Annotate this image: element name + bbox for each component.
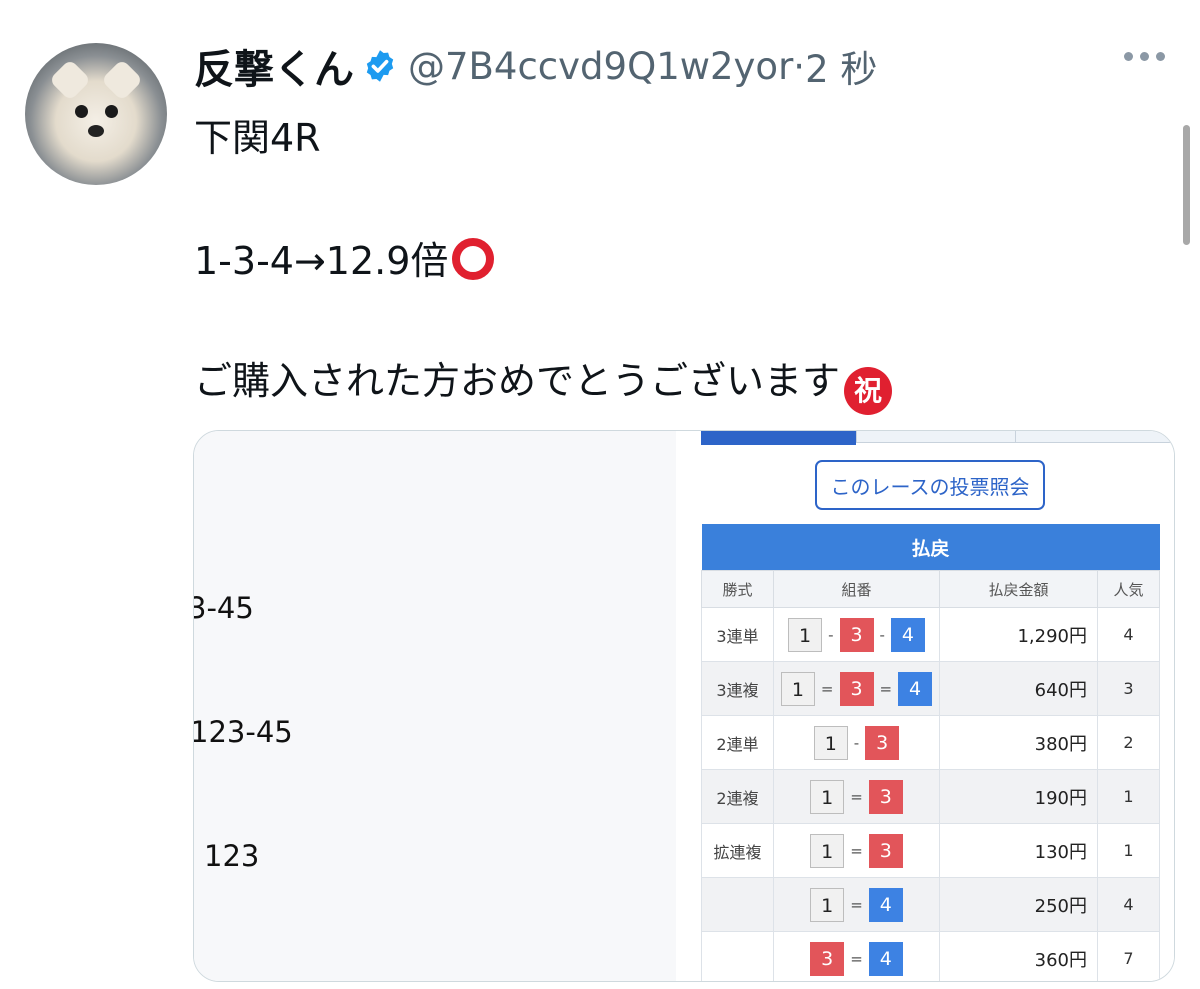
- table-row: 3連単 1- 3- 4 1,290円 4: [701, 607, 1161, 662]
- bet-type: 3連複: [701, 661, 774, 716]
- popularity: 4: [1096, 607, 1161, 662]
- tab-inactive: [856, 431, 1016, 443]
- left-text-fragment: 123: [204, 839, 260, 873]
- combo-separator: -: [853, 733, 860, 752]
- payout-amount: 1,290円: [939, 607, 1098, 662]
- left-text-fragment: 3-45: [193, 591, 254, 625]
- vote-inquiry-button[interactable]: このレースの投票照会: [815, 460, 1045, 510]
- boat-number-1: 1: [810, 833, 845, 868]
- timestamp[interactable]: 2 秒: [805, 39, 877, 93]
- tweet-text-line-3: ご購入された方おめでとうございます祝: [194, 350, 893, 415]
- combination: 3 = 4: [773, 931, 940, 981]
- boat-number-1: 1: [780, 671, 815, 706]
- popularity: 2: [1096, 715, 1161, 770]
- bet-type: [701, 877, 774, 932]
- red-circle-icon: [452, 238, 495, 280]
- popularity: 1: [1096, 823, 1161, 878]
- combo-separator: =: [850, 841, 863, 860]
- profile-avatar[interactable]: [25, 43, 167, 185]
- cropped-screenshot-left: 3-45 123-45 123: [194, 431, 676, 981]
- popularity: 3: [1096, 661, 1161, 716]
- combination: 1 = 3: [773, 823, 940, 878]
- bet-type: [701, 931, 774, 981]
- avatar-dog-eye: [75, 105, 88, 118]
- table-row: 3 = 4 360円 7: [701, 931, 1161, 981]
- bet-type: 2連単: [701, 715, 774, 770]
- bet-type: 2連複: [701, 769, 774, 824]
- combination: 1- 3: [773, 715, 940, 770]
- boat-number-3: 3: [868, 779, 903, 814]
- payout-amount: 250円: [939, 877, 1098, 932]
- tab-inactive: [1016, 431, 1171, 443]
- table-row: 2連複 1 = 3 190円 1: [701, 769, 1161, 824]
- combo-separator: =: [820, 679, 834, 698]
- combination: 1- 3- 4: [773, 607, 940, 662]
- combo-separator: -: [879, 625, 885, 644]
- tweet-text-line-2: 1-3-4→12.9倍: [194, 230, 495, 285]
- payout-amount: 130円: [939, 823, 1098, 878]
- combo-separator: =: [850, 949, 863, 968]
- meta-separator: ·: [793, 44, 806, 88]
- boat-number-4: 4: [868, 941, 903, 976]
- popularity: 1: [1096, 769, 1161, 824]
- tweet-congrats-text: ご購入された方おめでとうございます: [194, 359, 841, 403]
- tweet-header: 反撃くん @7B4ccvd9Q1w2yor · 2 秒: [194, 38, 877, 94]
- boat-number-1: 1: [788, 617, 823, 652]
- boat-number-4: 4: [890, 617, 925, 652]
- column-header: 組番: [773, 570, 940, 608]
- boat-number-1: 1: [810, 779, 845, 814]
- verified-badge-icon: [366, 50, 394, 82]
- boat-number-1: 1: [810, 887, 845, 922]
- combination: 1 = 4: [773, 877, 940, 932]
- tweet-result-text: 1-3-4→12.9倍: [194, 239, 449, 283]
- table-row: 3連複 1 = 3 = 4 640円 3: [701, 661, 1161, 716]
- payout-amount: 380円: [939, 715, 1098, 770]
- avatar-dog-ear: [48, 58, 92, 102]
- tweet-text-line-1: 下関4R: [194, 116, 321, 160]
- column-header: 払戻金額: [939, 570, 1098, 608]
- iwai-celebration-icon: 祝: [844, 367, 893, 415]
- tweet-media-image[interactable]: 3-45 123-45 123 このレースの投票照会 払戻 勝式 組番 払戻金額…: [193, 430, 1175, 982]
- more-options-icon[interactable]: [1124, 52, 1165, 61]
- boat-number-4: 4: [898, 671, 933, 706]
- avatar-dog-ear: [100, 58, 144, 102]
- user-handle[interactable]: @7B4ccvd9Q1w2yor: [408, 45, 793, 88]
- avatar-dog-eye: [105, 105, 118, 118]
- popularity: 4: [1096, 877, 1161, 932]
- bet-type: 拡連複: [701, 823, 774, 878]
- payout-screenshot: このレースの投票照会 払戻 勝式 組番 払戻金額 人気 3連単 1- 3- 4 …: [689, 431, 1174, 981]
- table-row: 1 = 4 250円 4: [701, 877, 1161, 932]
- combination: 1 = 3 = 4: [773, 661, 940, 716]
- boat-number-3: 3: [839, 617, 874, 652]
- combo-separator: =: [850, 895, 863, 914]
- tab-strip: [701, 431, 1171, 445]
- payout-amount: 640円: [939, 661, 1098, 716]
- combo-separator: =: [850, 787, 863, 806]
- display-name[interactable]: 反撃くん: [194, 37, 354, 95]
- popularity: 7: [1096, 931, 1161, 981]
- boat-number-3: 3: [810, 941, 845, 976]
- column-header: 人気: [1096, 570, 1161, 608]
- payout-table-title: 払戻: [701, 524, 1160, 571]
- bet-type: 3連単: [701, 607, 774, 662]
- combo-separator: =: [879, 679, 893, 698]
- payout-amount: 360円: [939, 931, 1098, 981]
- boat-number-3: 3: [839, 671, 874, 706]
- left-text-fragment: 123-45: [193, 715, 293, 749]
- table-row: 2連単 1- 3 380円 2: [701, 715, 1161, 770]
- boat-number-3: 3: [868, 833, 903, 868]
- scrollbar-thumb[interactable]: [1183, 125, 1190, 245]
- avatar-dog-nose: [88, 125, 104, 137]
- boat-number-1: 1: [813, 725, 848, 760]
- table-row: 拡連複 1 = 3 130円 1: [701, 823, 1161, 878]
- payout-table: 払戻 勝式 組番 払戻金額 人気 3連単 1- 3- 4 1,290円 4 3連…: [701, 524, 1161, 981]
- column-header: 勝式: [701, 570, 774, 608]
- boat-number-3: 3: [865, 725, 900, 760]
- boat-number-4: 4: [868, 887, 903, 922]
- combination: 1 = 3: [773, 769, 940, 824]
- combo-separator: -: [828, 625, 834, 644]
- payout-amount: 190円: [939, 769, 1098, 824]
- tab-active: [701, 431, 856, 445]
